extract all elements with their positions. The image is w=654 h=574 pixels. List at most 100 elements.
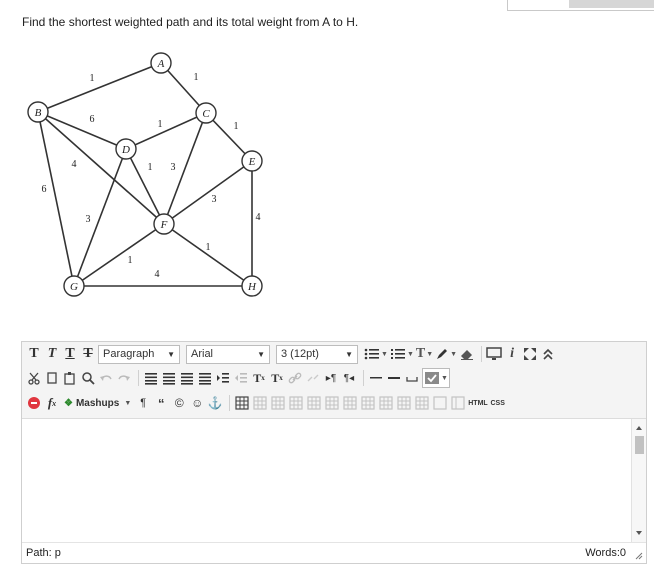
table-icon (253, 396, 267, 410)
table-delete-col-button[interactable] (342, 394, 358, 412)
rich-text-editor: T T T T Paragraph ▼ Arial ▼ 3 (12pt) ▼ ▼ ▼ … (21, 341, 647, 564)
align-center-button[interactable] (161, 369, 177, 387)
text-underline-button[interactable]: T (62, 345, 78, 363)
table-icon (415, 396, 429, 410)
node-H: H (241, 275, 263, 297)
ltr-button[interactable]: ▸¶ (323, 369, 339, 387)
collapse-toolbar-button[interactable] (540, 345, 556, 363)
info-icon[interactable]: i (504, 345, 520, 363)
cut-button[interactable] (26, 369, 42, 387)
link-icon (288, 372, 302, 384)
edge-D-G (73, 148, 127, 287)
resize-grip-icon[interactable] (635, 552, 643, 560)
table-row-after-button[interactable] (270, 394, 286, 412)
table-merge-cells-button[interactable] (378, 394, 394, 412)
table-row-before-button[interactable] (252, 394, 268, 412)
table-icon (361, 396, 375, 410)
css-label: CSS (490, 399, 505, 407)
indent-button[interactable] (215, 369, 231, 387)
numbered-list-button[interactable]: ▼ (390, 345, 414, 363)
spellcheck-button[interactable]: ▼ (422, 368, 450, 388)
fullscreen-button[interactable] (522, 345, 538, 363)
toggle-guidelines-button[interactable] (432, 394, 448, 412)
copy-button[interactable] (44, 369, 60, 387)
paragraph-mark-button[interactable]: ¶ (135, 394, 151, 412)
monitor-icon (486, 347, 502, 360)
toolbar-separator (229, 395, 231, 411)
find-button[interactable] (80, 369, 96, 387)
toolbar-row-2: Tx Tx ▸¶ ¶◂ ▼ (26, 367, 452, 389)
unlink-button[interactable] (305, 369, 321, 387)
record-icon (28, 397, 40, 409)
editor-content-area[interactable] (22, 419, 629, 543)
bullet-list-button[interactable]: ▼ (364, 345, 388, 363)
align-left-icon (145, 373, 157, 385)
scroll-up-arrow-icon[interactable] (636, 426, 642, 430)
undo-button[interactable] (98, 369, 114, 387)
node-F: F (153, 213, 175, 235)
outdent-button[interactable] (233, 369, 249, 387)
box-icon (433, 396, 447, 410)
edge-B-D (37, 111, 127, 150)
table-cell-props-button[interactable] (414, 394, 430, 412)
graph-weights: 1 16 1 16431 334141 (42, 72, 261, 280)
subscript-button[interactable]: Tx (269, 369, 285, 387)
emoticon-button[interactable]: ☺ (189, 394, 205, 412)
align-right-button[interactable] (179, 369, 195, 387)
blockquote-button[interactable]: “ (153, 394, 169, 412)
table-col-before-button[interactable] (306, 394, 322, 412)
paste-button[interactable] (62, 369, 78, 387)
text-strikethrough-button[interactable]: T (80, 345, 96, 363)
formula-button[interactable]: fx (44, 394, 60, 412)
format-select[interactable]: Paragraph ▼ (98, 344, 180, 364)
highlight-color-button[interactable]: ▼ (435, 345, 457, 363)
font-select[interactable]: Arial ▼ (186, 344, 270, 364)
top-right-box-fill (569, 0, 654, 8)
insert-table-button[interactable] (234, 394, 250, 412)
edge-F-E (163, 160, 253, 225)
preview-button[interactable] (486, 345, 502, 363)
align-justify-button[interactable] (197, 369, 213, 387)
horizontal-line-button[interactable] (368, 369, 384, 387)
anchor-button[interactable]: ⚓ (207, 394, 223, 412)
text-italic-button[interactable]: T (44, 345, 60, 363)
scroll-down-arrow-icon[interactable] (636, 531, 642, 535)
element-path: Path: p (26, 547, 61, 559)
node-D: D (115, 138, 137, 160)
align-left-button[interactable] (143, 369, 159, 387)
superscript-button[interactable]: Tx (251, 369, 267, 387)
paste-icon (64, 372, 75, 385)
redo-button[interactable] (116, 369, 132, 387)
html-source-button[interactable]: HTML (468, 394, 487, 412)
record-button[interactable] (26, 394, 42, 412)
insert-link-button[interactable] (287, 369, 303, 387)
table-icon (235, 396, 249, 410)
edge-B-G (37, 111, 75, 287)
table-col-after-button[interactable] (324, 394, 340, 412)
space-icon (406, 377, 418, 382)
copyright-button[interactable]: © (171, 394, 187, 412)
table-icon (307, 396, 321, 410)
table-row-props-button[interactable] (396, 394, 412, 412)
css-button[interactable]: CSS (490, 394, 506, 412)
table-delete-row-button[interactable] (288, 394, 304, 412)
eraser-button[interactable] (459, 345, 475, 363)
edge-weight-D-C: 1 (158, 119, 163, 130)
table-icon (379, 396, 393, 410)
edge-weight-B-D: 6 (90, 114, 95, 125)
text-color-button[interactable]: T ▼ (416, 345, 433, 363)
editor-scrollbar[interactable] (631, 419, 646, 543)
table-split-cells-button[interactable] (360, 394, 376, 412)
mashups-button[interactable]: ❖ Mashups ▼ (62, 394, 133, 412)
table-icon (271, 396, 285, 410)
em-dash-button[interactable] (386, 369, 402, 387)
html-label: HTML (468, 399, 488, 407)
rtl-button[interactable]: ¶◂ (341, 369, 357, 387)
toggle-blocks-button[interactable] (450, 394, 466, 412)
undo-icon (100, 375, 112, 381)
scrollbar-thumb[interactable] (635, 436, 644, 454)
size-select[interactable]: 3 (12pt) ▼ (276, 344, 358, 364)
nonbreaking-space-button[interactable] (404, 369, 420, 387)
text-bold-button[interactable]: T (26, 345, 42, 363)
align-center-icon (163, 373, 175, 385)
